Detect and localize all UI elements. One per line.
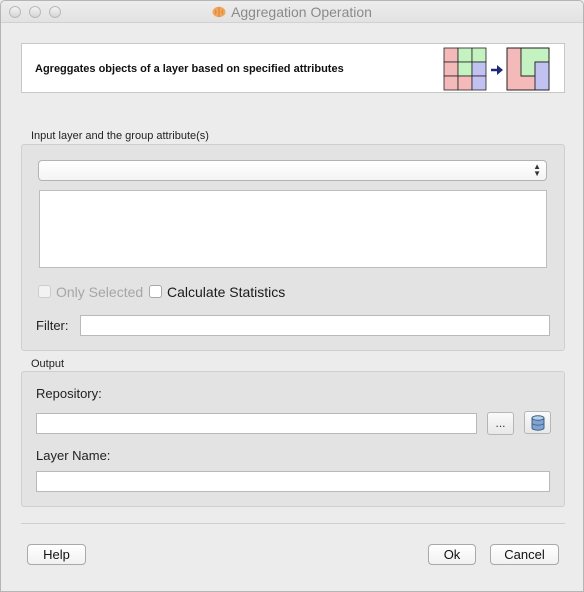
updown-arrows-icon: ▲ ▼ — [533, 162, 541, 178]
help-button[interactable]: Help — [27, 544, 86, 565]
layer-name-label: Layer Name: — [36, 448, 111, 463]
input-layer-combo[interactable]: ▲ ▼ — [38, 160, 547, 181]
window-title: Aggregation Operation — [231, 4, 372, 20]
dialog-window: Aggregation Operation Agreggates objects… — [0, 0, 584, 592]
calculate-statistics-checkbox[interactable] — [149, 285, 162, 298]
repository-label: Repository: — [36, 386, 102, 401]
only-selected-label: Only Selected — [56, 284, 144, 300]
aggregation-illustration-icon — [443, 47, 550, 91]
input-group-label: Input layer and the group attribute(s) — [31, 130, 209, 142]
output-group-label: Output — [31, 358, 65, 370]
operation-description: Agreggates objects of a layer based on s… — [35, 63, 344, 75]
brain-app-icon — [212, 6, 226, 18]
database-icon — [531, 415, 544, 431]
window-title-area: Aggregation Operation — [1, 4, 583, 20]
only-selected-checkbox[interactable] — [38, 285, 51, 298]
title-bar: Aggregation Operation — [1, 1, 583, 23]
filter-label: Filter: — [36, 318, 69, 333]
calculate-statistics-label: Calculate Statistics — [167, 284, 286, 300]
repository-input[interactable] — [36, 413, 477, 434]
filter-input[interactable] — [80, 315, 550, 336]
group-attributes-list[interactable] — [39, 190, 547, 268]
database-button[interactable] — [524, 411, 551, 434]
layer-name-input[interactable] — [36, 471, 550, 492]
description-banner: Agreggates objects of a layer based on s… — [21, 43, 565, 93]
ok-button[interactable]: Ok — [428, 544, 476, 565]
footer-separator — [21, 523, 565, 524]
cancel-button[interactable]: Cancel — [490, 544, 559, 565]
browse-button[interactable]: ... — [487, 412, 514, 435]
